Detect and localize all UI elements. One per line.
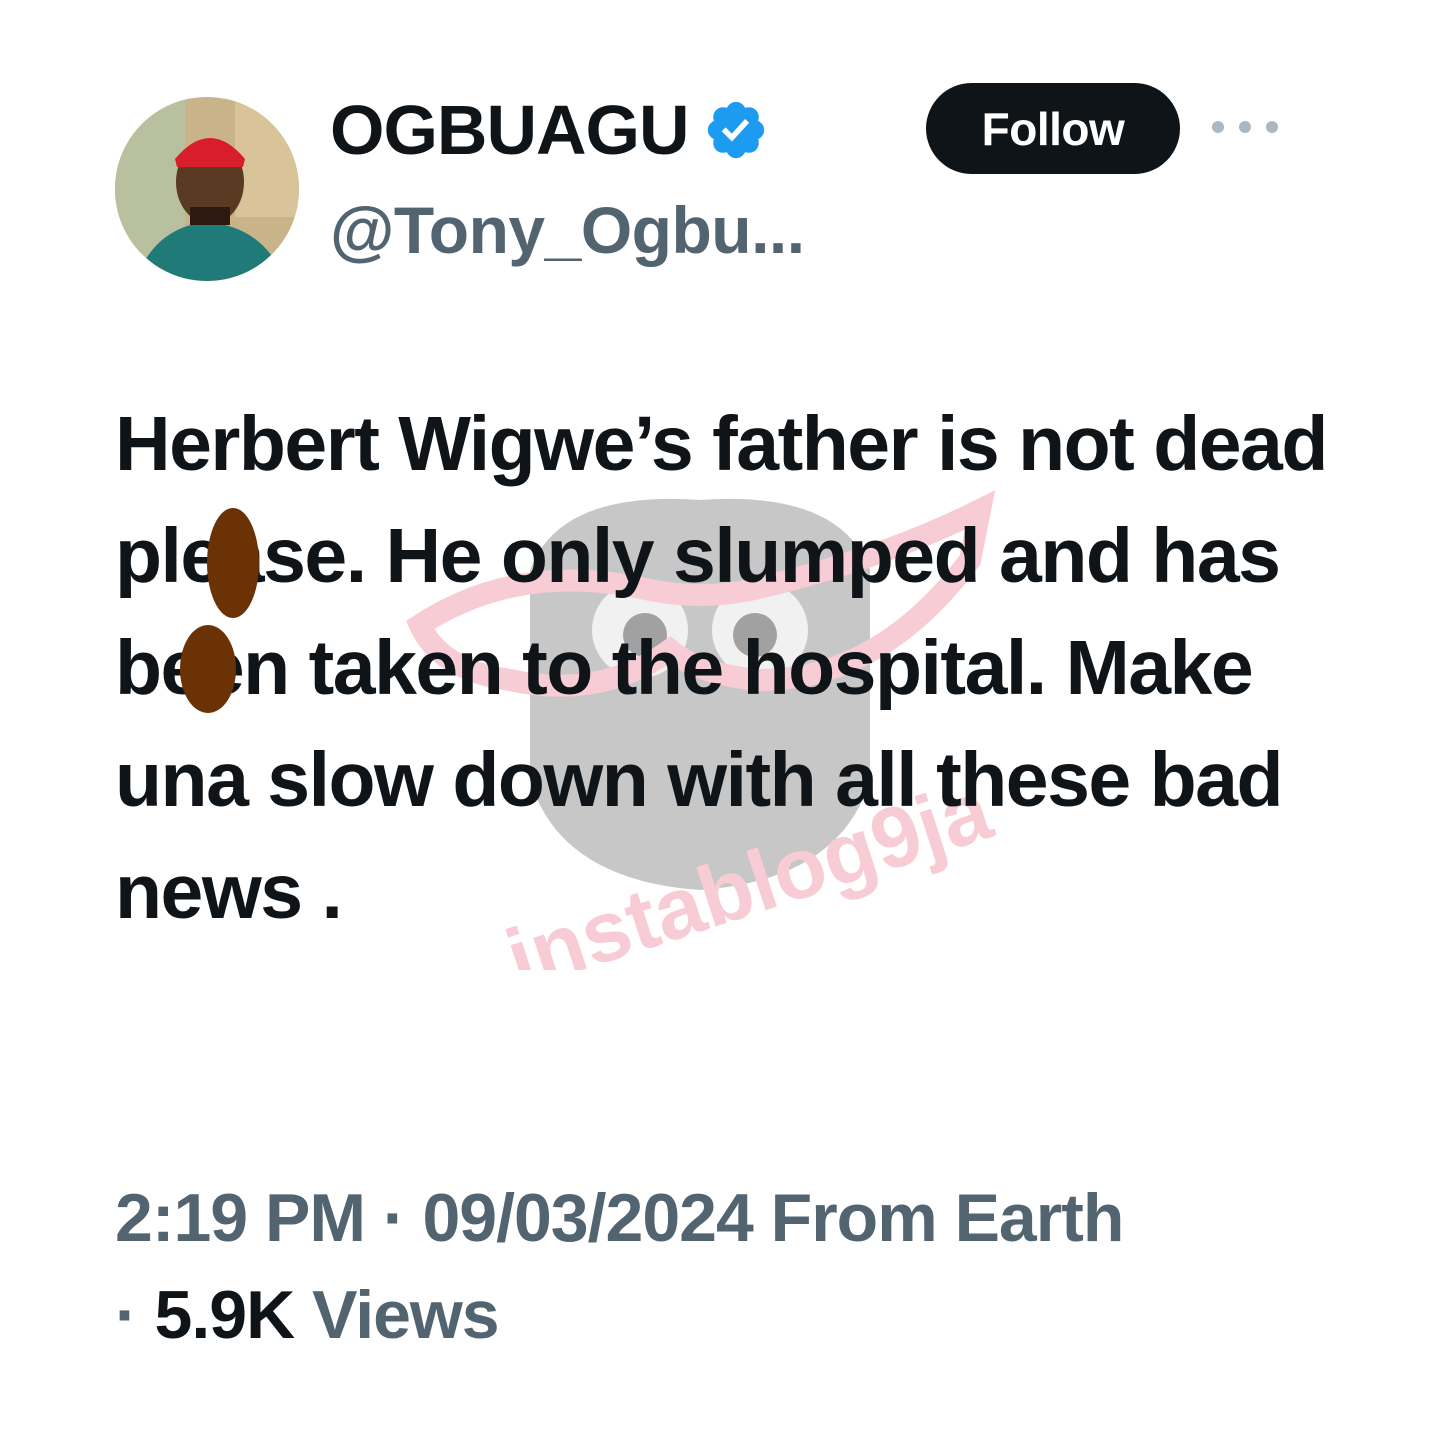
- user-handle[interactable]: @Tony_Ogbu...: [330, 192, 805, 268]
- separator-dot: ·: [365, 1180, 423, 1256]
- verified-badge-icon: [707, 101, 764, 159]
- views-count: 5.9K: [154, 1277, 296, 1353]
- tweet-text: Herbert Wigwe’s father is not dead pleas…: [115, 401, 1328, 935]
- follow-button[interactable]: Follow: [926, 83, 1180, 174]
- more-dot: [1266, 121, 1278, 133]
- censor-mark: [207, 508, 259, 618]
- display-name-row[interactable]: OGBUAGU: [330, 90, 769, 170]
- separator-dot: ·: [115, 1277, 155, 1353]
- more-dot: [1239, 121, 1251, 133]
- tweet-date[interactable]: 09/03/2024: [422, 1180, 753, 1256]
- more-dots-icon[interactable]: [1212, 110, 1278, 144]
- tweet-timestamp-row: 2:19 PM · 09/03/2024 From Earth: [115, 1178, 1125, 1258]
- tweet-time[interactable]: 2:19 PM: [115, 1180, 366, 1256]
- avatar[interactable]: [115, 97, 299, 281]
- more-dot: [1212, 121, 1224, 133]
- display-name[interactable]: OGBUAGU: [330, 90, 690, 170]
- tweet-views-row[interactable]: · 5.9K Views: [115, 1275, 500, 1355]
- tweet-source: From Earth: [752, 1180, 1125, 1256]
- tweet-card: OGBUAGU @Tony_Ogbu... Follow instablog9j…: [0, 0, 1440, 1440]
- avatar-image: [115, 97, 299, 281]
- censor-mark: [180, 625, 236, 713]
- views-label: Views: [294, 1277, 500, 1353]
